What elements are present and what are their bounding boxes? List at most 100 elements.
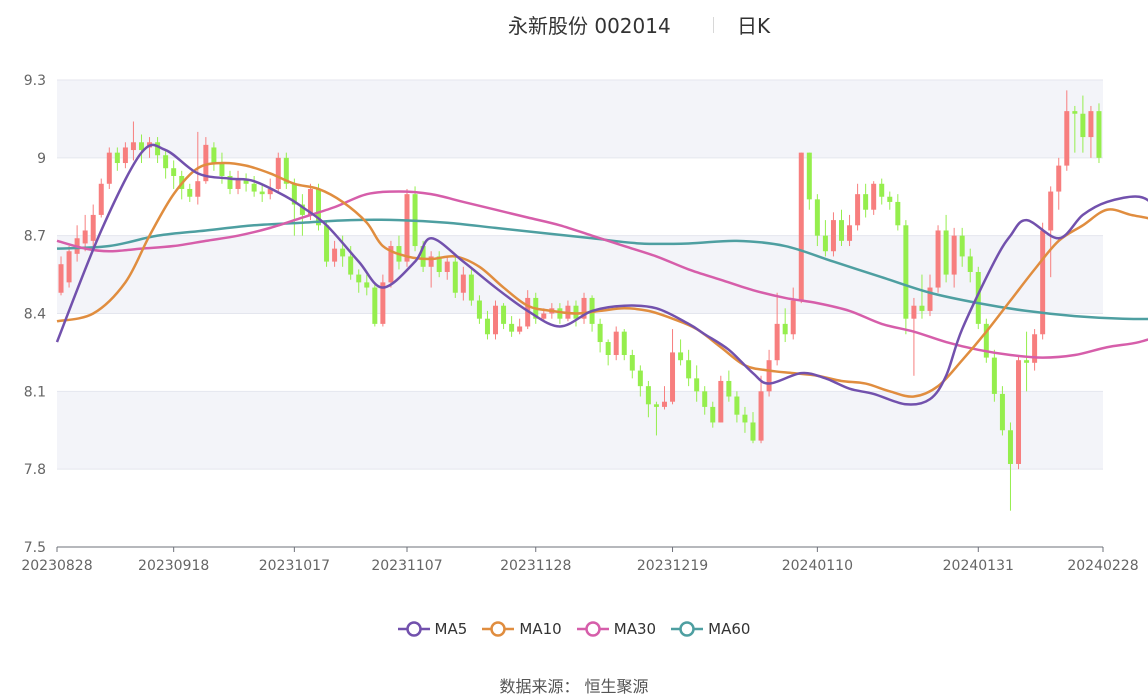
candle bbox=[605, 339, 611, 366]
candle-body bbox=[356, 274, 362, 283]
candle-body bbox=[484, 318, 490, 335]
candle-body bbox=[750, 422, 756, 441]
candle-body bbox=[686, 360, 692, 379]
x-tick-label: 20231219 bbox=[637, 558, 708, 574]
candle bbox=[388, 240, 394, 288]
x-tick-label: 20230918 bbox=[138, 558, 209, 574]
candle bbox=[766, 349, 772, 397]
candle bbox=[484, 310, 490, 340]
candle bbox=[863, 183, 869, 218]
candle bbox=[283, 152, 289, 189]
candle-body bbox=[726, 380, 732, 397]
candle-body bbox=[661, 401, 667, 407]
candle bbox=[106, 147, 112, 189]
candle-body bbox=[155, 142, 161, 156]
candle-body bbox=[903, 225, 909, 319]
y-tick-label: 8.4 bbox=[24, 307, 46, 323]
candle-body bbox=[90, 214, 96, 241]
candle-body bbox=[822, 235, 828, 252]
candle-body bbox=[517, 326, 523, 332]
candle bbox=[983, 318, 989, 363]
candle-body bbox=[58, 264, 64, 293]
legend-marker-ma10 bbox=[482, 621, 515, 637]
legend-label-ma10: MA10 bbox=[519, 620, 562, 638]
candle-body bbox=[718, 380, 724, 423]
candle bbox=[686, 349, 692, 387]
candle-body bbox=[645, 386, 651, 405]
candle-body bbox=[1007, 430, 1013, 464]
candle bbox=[412, 186, 418, 252]
candle-body bbox=[211, 147, 217, 164]
legend-marker-ma30 bbox=[576, 621, 609, 637]
candle bbox=[855, 183, 861, 231]
candle-body bbox=[66, 251, 72, 283]
candle-body bbox=[114, 152, 120, 164]
legend-item-ma30[interactable]: MA30 bbox=[576, 620, 656, 638]
candle bbox=[291, 178, 297, 236]
candle bbox=[935, 225, 941, 293]
candle-body bbox=[653, 404, 659, 407]
candle bbox=[629, 349, 635, 379]
candle bbox=[758, 375, 764, 444]
candle bbox=[895, 194, 901, 231]
candle-body bbox=[806, 152, 812, 200]
candlestick-chart: 7.57.88.18.48.799.3 20230828 20230918 2023… bbox=[21, 73, 1148, 574]
candle-body bbox=[541, 313, 547, 319]
candle bbox=[589, 295, 595, 332]
candle bbox=[90, 204, 96, 247]
candle-body bbox=[863, 194, 869, 210]
candle-body bbox=[871, 183, 877, 210]
candle-body bbox=[790, 300, 796, 335]
candle-body bbox=[372, 287, 378, 324]
candle bbox=[1056, 157, 1062, 210]
candle-body bbox=[847, 225, 853, 241]
candle-body bbox=[959, 235, 965, 257]
candle-body bbox=[82, 230, 88, 244]
candle bbox=[1016, 355, 1022, 470]
candle-body bbox=[364, 282, 370, 288]
candle bbox=[991, 349, 997, 402]
x-tick-label: 20231128 bbox=[500, 558, 571, 574]
candle-body bbox=[637, 370, 643, 387]
candle-body bbox=[1048, 191, 1054, 231]
candle-body bbox=[1016, 360, 1022, 464]
candle bbox=[798, 152, 804, 304]
candle-body bbox=[967, 256, 973, 272]
candle-body bbox=[1080, 113, 1086, 138]
candle bbox=[822, 220, 828, 257]
candle-body bbox=[855, 194, 861, 226]
legend-item-ma60[interactable]: MA60 bbox=[671, 620, 750, 638]
candle-body bbox=[999, 393, 1005, 431]
candle-body bbox=[887, 196, 893, 202]
chart-legend: MA5 MA10 MA30 MA60 bbox=[0, 620, 1148, 644]
x-tick-label: 20230828 bbox=[21, 558, 92, 574]
y-axis: 7.5 7.8 8.1 8.4 8.7 9 9.3 bbox=[24, 73, 46, 556]
candle bbox=[171, 160, 177, 189]
x-tick-label: 20231017 bbox=[259, 558, 330, 574]
legend-marker-ma60 bbox=[671, 621, 704, 637]
candle bbox=[879, 178, 885, 205]
candle-body bbox=[605, 342, 611, 356]
y-tick-label: 8.1 bbox=[24, 384, 46, 400]
candle-body bbox=[782, 323, 788, 335]
candle bbox=[509, 316, 515, 337]
candle bbox=[501, 303, 507, 330]
candle bbox=[621, 329, 627, 361]
candle-body bbox=[509, 323, 515, 332]
candle bbox=[251, 175, 257, 197]
candle-body bbox=[919, 305, 925, 311]
candle-body bbox=[275, 157, 281, 189]
candle-body bbox=[476, 300, 482, 319]
legend-marker-ma5 bbox=[397, 621, 430, 637]
candle-body bbox=[348, 256, 354, 275]
y-tick-label: 7.8 bbox=[24, 462, 46, 478]
candle bbox=[613, 326, 619, 361]
candle bbox=[887, 191, 893, 210]
candle bbox=[597, 318, 603, 353]
candle-body bbox=[766, 360, 772, 392]
legend-item-ma10[interactable]: MA10 bbox=[482, 620, 562, 638]
candle-body bbox=[678, 352, 684, 361]
legend-item-ma5[interactable]: MA5 bbox=[397, 620, 467, 638]
candle-body bbox=[830, 220, 836, 252]
x-tick-label: 20240110 bbox=[782, 558, 853, 574]
